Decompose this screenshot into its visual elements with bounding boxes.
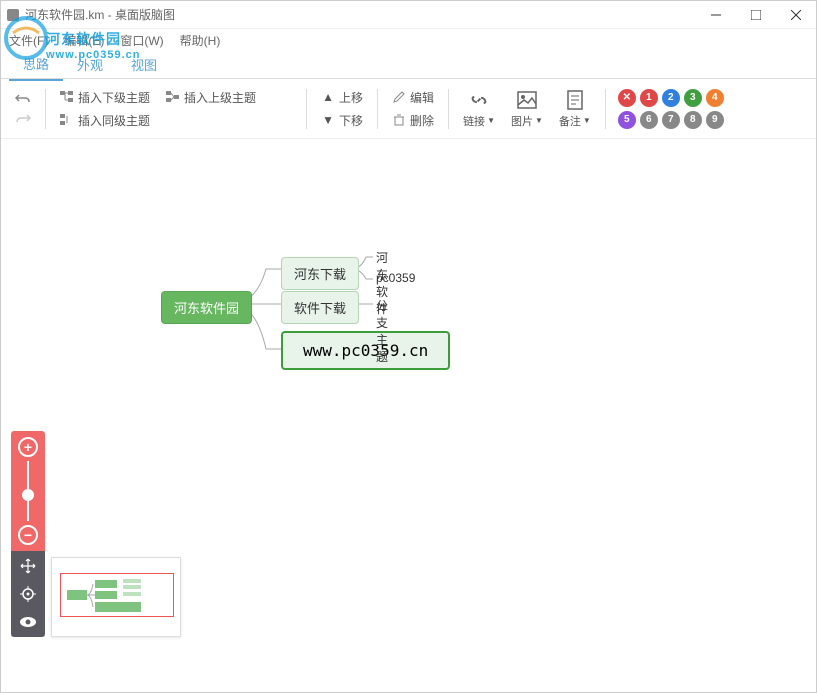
mindmap-leaf-3[interactable]: 分支主题 [376, 297, 388, 365]
mark-9[interactable]: 9 [706, 111, 724, 129]
redo-button[interactable] [15, 112, 31, 126]
undo-button[interactable] [15, 92, 31, 106]
tab-idea[interactable]: 思路 [9, 48, 63, 81]
tab-view[interactable]: 视图 [117, 49, 171, 80]
mark-8[interactable]: 8 [684, 111, 702, 129]
mark-4[interactable]: 4 [706, 89, 724, 107]
image-icon [516, 89, 538, 111]
mindmap-node-selected[interactable]: www.pc0359.cn [281, 331, 450, 370]
link-icon [468, 89, 490, 111]
menu-edit[interactable]: 编辑(E) [64, 32, 104, 49]
zoom-out-button[interactable]: − [18, 525, 38, 545]
mark-6[interactable]: 6 [640, 111, 658, 129]
toolbar: 插入下级主题 插入上级主题 插入同级主题 ▲上移 ▼下移 编辑 删除 链接▼ 图… [1, 79, 816, 139]
delete-button[interactable]: 删除 [392, 112, 434, 129]
mark-5[interactable]: 5 [618, 111, 636, 129]
insert-sibling-button[interactable]: 插入同级主题 [60, 112, 256, 129]
pan-button[interactable] [18, 557, 38, 575]
minimize-button[interactable] [696, 1, 736, 29]
pencil-icon [392, 90, 406, 104]
note-button[interactable]: 备注▼ [553, 85, 597, 133]
mark-remove[interactable]: ✕ [618, 89, 636, 107]
chevron-down-icon: ▼ [487, 116, 495, 125]
menu-help[interactable]: 帮助(H) [180, 32, 221, 49]
trash-icon [392, 113, 406, 127]
menu-window[interactable]: 窗口(W) [120, 32, 163, 49]
titlebar: 河东软件园.km - 桌面版脑图 [1, 1, 816, 29]
mark-2[interactable]: 2 [662, 89, 680, 107]
locate-button[interactable] [18, 585, 38, 603]
mark-3[interactable]: 3 [684, 89, 702, 107]
app-icon [5, 7, 21, 23]
insert-parent-button[interactable]: 插入上级主题 [166, 89, 256, 106]
window-title: 河东软件园.km - 桌面版脑图 [25, 6, 696, 23]
menu-file[interactable]: 文件(F) [9, 32, 48, 49]
mindmap-leaf-2[interactable]: pc0359 [376, 271, 415, 285]
zoom-in-button[interactable]: + [18, 437, 38, 457]
arrow-up-icon: ▲ [321, 90, 335, 104]
insert-sub-button[interactable]: 插入下级主题 [60, 89, 150, 106]
minimap-viewport[interactable] [60, 573, 174, 617]
insert-sub-icon [60, 90, 74, 104]
mindmap-node-2[interactable]: 软件下载 [281, 291, 359, 324]
chevron-down-icon: ▼ [535, 116, 543, 125]
note-icon [564, 89, 586, 111]
edit-button[interactable]: 编辑 [392, 89, 434, 106]
zoom-slider[interactable] [27, 461, 29, 521]
mark-7[interactable]: 7 [662, 111, 680, 129]
ribbon-tabs: 思路 外观 视图 [1, 51, 816, 79]
zoom-handle[interactable] [22, 489, 34, 501]
insert-parent-icon [166, 90, 180, 104]
insert-sibling-icon [60, 113, 74, 127]
move-down-button[interactable]: ▼下移 [321, 112, 363, 129]
arrow-down-icon: ▼ [321, 113, 335, 127]
priority-marks: ✕ 1 2 3 4 5 6 7 8 9 [614, 89, 728, 129]
image-button[interactable]: 图片▼ [505, 85, 549, 133]
preview-toggle-button[interactable] [18, 613, 38, 631]
mark-1[interactable]: 1 [640, 89, 658, 107]
zoom-panel: + − [11, 431, 45, 637]
maximize-button[interactable] [736, 1, 776, 29]
tab-appearance[interactable]: 外观 [63, 49, 117, 80]
mindmap-node-1[interactable]: 河东下载 [281, 257, 359, 290]
move-up-button[interactable]: ▲上移 [321, 89, 363, 106]
mindmap-root-node[interactable]: 河东软件园 [161, 291, 252, 324]
close-button[interactable] [776, 1, 816, 29]
menubar: 文件(F) 编辑(E) 窗口(W) 帮助(H) [1, 29, 816, 51]
link-button[interactable]: 链接▼ [457, 85, 501, 133]
chevron-down-icon: ▼ [583, 116, 591, 125]
minimap[interactable] [51, 557, 181, 637]
